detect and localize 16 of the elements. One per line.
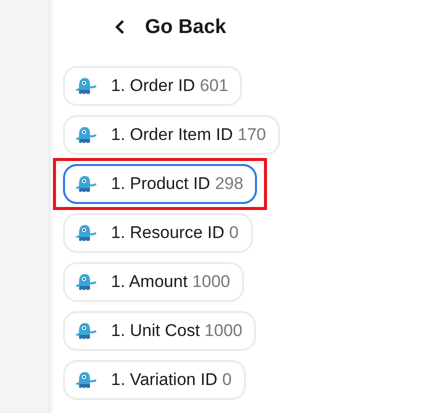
field-chip[interactable]: 1. Amount 1000 — [63, 262, 244, 302]
mascot-icon — [75, 321, 97, 341]
mascot-icon — [75, 76, 97, 96]
mascot-icon — [75, 174, 97, 194]
chevron-left-icon — [115, 19, 125, 35]
mascot-icon — [75, 272, 97, 292]
back-button[interactable]: Go Back — [115, 12, 280, 42]
mascot-icon — [75, 370, 97, 390]
field-chip[interactable]: 1. Order ID 601 — [63, 66, 242, 106]
field-chip[interactable]: 1. Variation ID 0 — [63, 360, 246, 400]
field-chip[interactable]: 1. Unit Cost 1000 — [63, 311, 256, 351]
field-chip[interactable]: 1. Order Item ID 170 — [63, 115, 280, 155]
field-chip[interactable]: 1. Resource ID 0 — [63, 213, 253, 253]
mascot-icon — [75, 223, 97, 243]
mascot-icon — [75, 125, 97, 145]
field-chip[interactable]: 1. Product ID 298 — [63, 164, 258, 204]
